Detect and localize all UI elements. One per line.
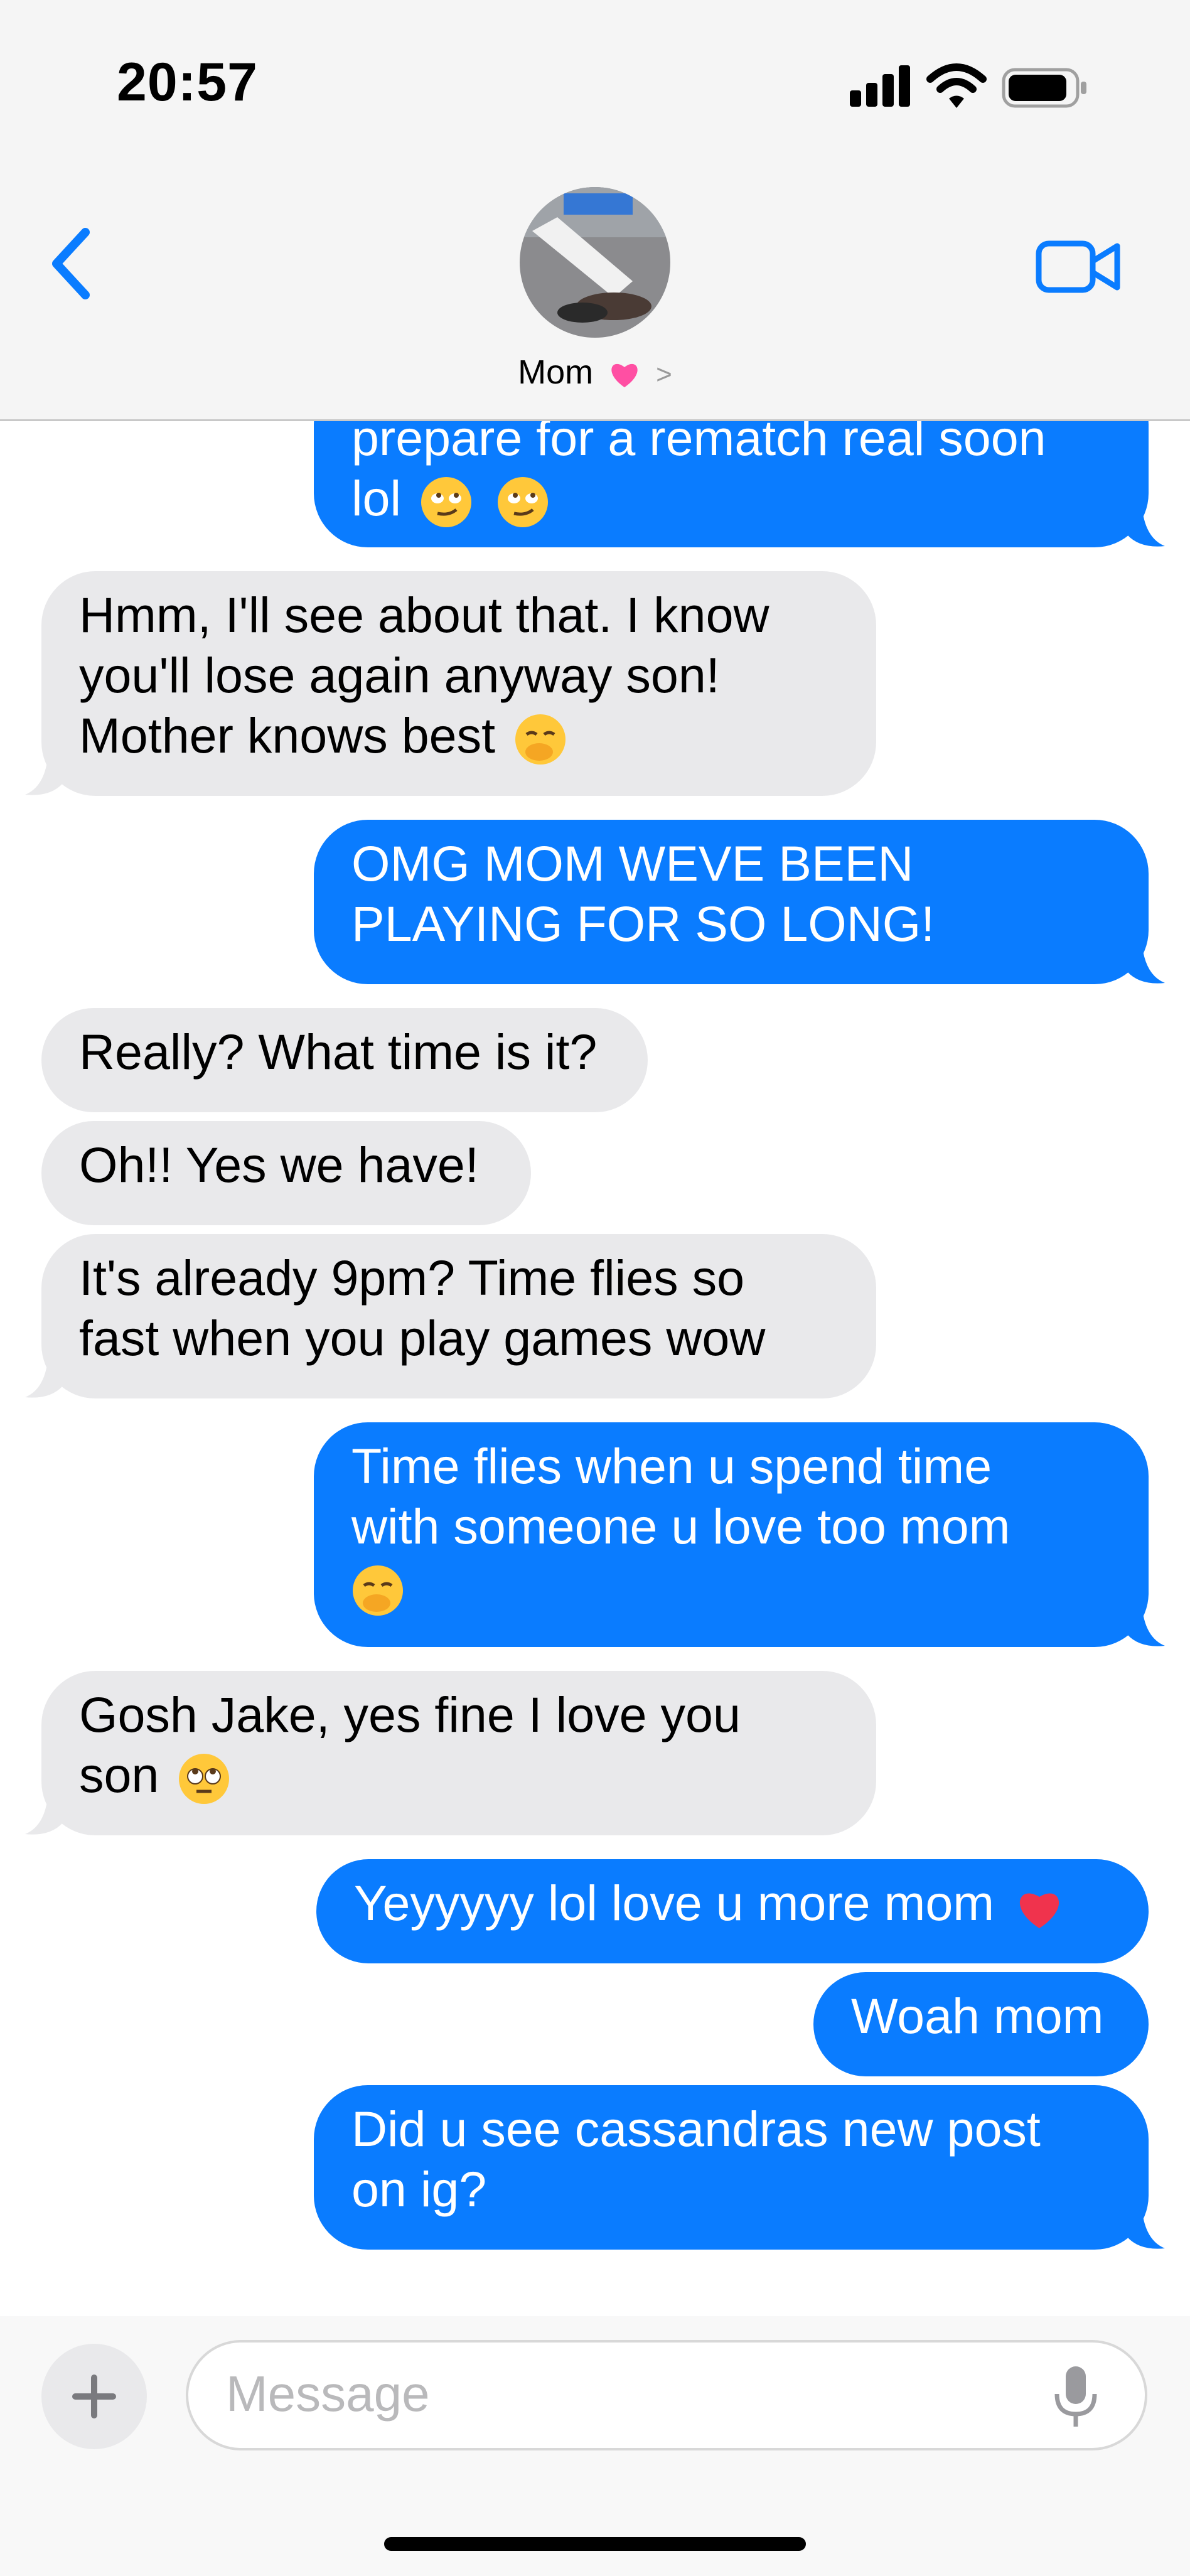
contact-name-row[interactable]: Mom > — [0, 353, 1190, 403]
sent-message[interactable]: Yeyyyyy lol love u more mom — [316, 1859, 1149, 1963]
add-attachment-button[interactable] — [41, 2344, 147, 2449]
hand-over-mouth-emoji-icon — [515, 714, 566, 765]
message-line: Really? What time is it? — [79, 1024, 598, 1080]
message-line: Hmm, I'll see about that. I know — [79, 587, 769, 643]
rolling-eyes-emoji-icon — [179, 1754, 230, 1805]
bubble-tail — [25, 1361, 63, 1398]
bubble-tail — [1127, 510, 1165, 547]
sent-message[interactable]: Woah mom — [813, 1972, 1149, 2076]
received-message[interactable]: Really? What time is it? — [41, 1008, 648, 1112]
bubble-tail — [1127, 947, 1165, 984]
message-line: fast when you play games wow — [79, 1310, 766, 1366]
message-line: Gosh Jake, yes fine I love you — [79, 1687, 741, 1742]
microphone-icon[interactable] — [1052, 2364, 1100, 2429]
sent-message[interactable]: Did u see cassandras new post on ig? — [314, 2085, 1165, 2250]
message-line: It's already 9pm? Time flies so — [79, 1250, 745, 1306]
hand-over-mouth-emoji-icon — [353, 1565, 403, 1616]
wifi-icon — [926, 63, 987, 108]
message-line: Oh!! Yes we have! — [79, 1137, 479, 1193]
status-time: 20:57 — [117, 52, 258, 112]
message-line: Yeyyyyy lol love u more mom — [354, 1873, 1111, 1933]
chevron-right-icon: > — [656, 359, 672, 390]
sent-message[interactable]: Time flies when u spend time with someon… — [314, 1422, 1165, 1647]
message-line: lol — [351, 468, 1111, 529]
bubble-tail — [25, 758, 63, 795]
battery-icon — [1002, 68, 1086, 108]
heart-icon — [611, 363, 638, 387]
message-line: OMG MOM WEVE BEEN — [351, 835, 914, 891]
message-line: Did u see cassandras new post — [351, 2101, 1041, 2157]
message-line: you'll lose again anyway son! — [79, 647, 720, 703]
message-input-placeholder: Message — [226, 2366, 430, 2422]
cellular-signal-icon — [850, 63, 913, 107]
message-line: son — [79, 1745, 839, 1805]
message-line: PLAYING FOR SO LONG! — [351, 896, 935, 952]
back-button[interactable] — [44, 226, 100, 301]
received-message[interactable]: Oh!! Yes we have! — [41, 1121, 531, 1225]
home-indicator — [384, 2537, 806, 2551]
message-line: Time flies when u spend time — [351, 1438, 992, 1494]
received-message[interactable]: Hmm, I'll see about that. I know you'll … — [25, 571, 876, 796]
plus-icon — [72, 2375, 116, 2418]
message-line — [351, 1557, 1111, 1617]
received-message[interactable]: It's already 9pm? Time flies so fast whe… — [25, 1234, 876, 1398]
video-call-icon[interactable] — [1036, 239, 1122, 295]
message-line: on ig? — [351, 2161, 487, 2217]
bubble-tail — [1127, 2212, 1165, 2249]
message-line: Woah mom — [851, 1988, 1104, 2044]
received-message[interactable]: Gosh Jake, yes fine I love you son — [25, 1671, 876, 1835]
bubble-tail — [25, 1798, 63, 1835]
conversation-header: 20:57 Mom > — [0, 0, 1190, 421]
contact-avatar[interactable] — [520, 187, 670, 338]
rolling-eyes-smirk-emoji-icon — [497, 477, 548, 528]
contact-name: Mom — [518, 353, 594, 391]
message-line: with someone u love too mom — [351, 1498, 1010, 1554]
red-heart-emoji-icon — [1019, 1893, 1059, 1929]
bubble-tail — [1127, 1609, 1165, 1646]
rolling-eyes-smirk-emoji-icon — [421, 477, 471, 528]
message-line: Mother knows best — [79, 706, 839, 766]
sent-message[interactable]: OMG MOM WEVE BEEN PLAYING FOR SO LONG! — [314, 820, 1165, 984]
